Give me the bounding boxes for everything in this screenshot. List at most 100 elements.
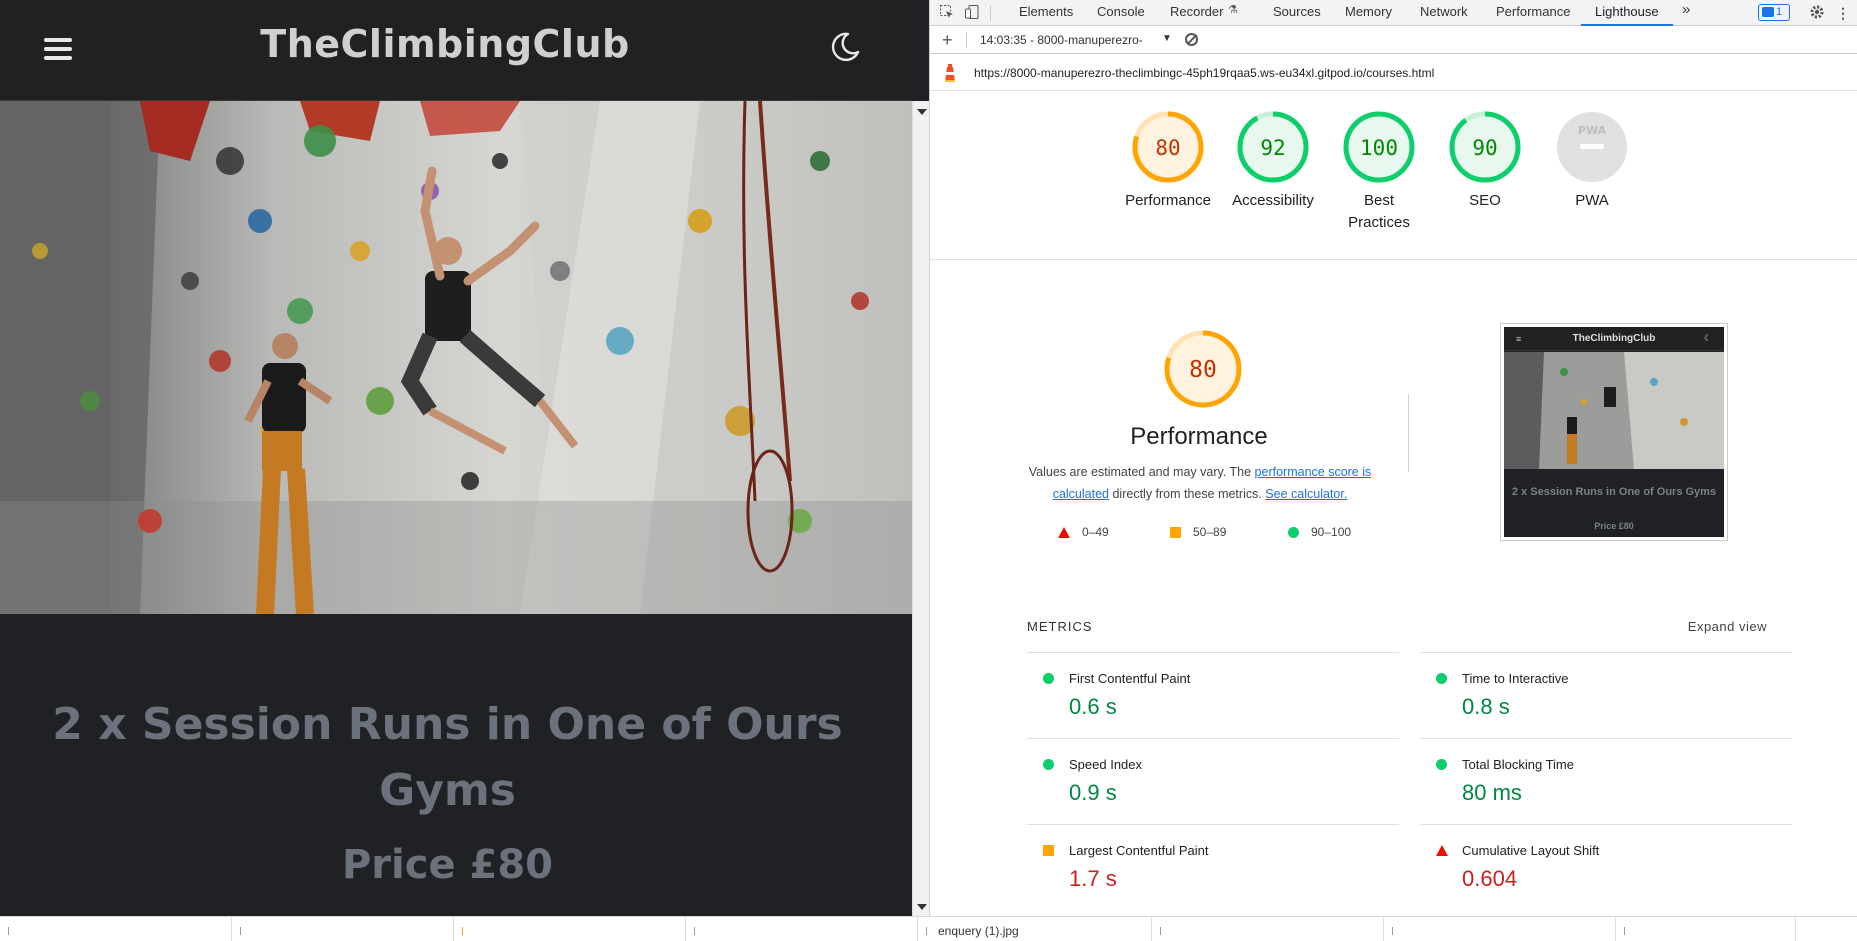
download-item[interactable]: [686, 917, 918, 941]
gauge-score: 80: [1155, 136, 1180, 160]
issues-counter[interactable]: 1: [1758, 4, 1790, 21]
pass-circle-icon: [1436, 673, 1447, 684]
metric-tbt: Total Blocking Time 80 ms: [1420, 738, 1792, 824]
site-navbar: TheClimbingClub: [0, 0, 912, 101]
gauge-label: PWA: [1575, 192, 1609, 209]
thumb-course-title: 2 x Session Runs in One of Ours Gyms: [1511, 486, 1717, 498]
expand-view-button[interactable]: Expand view: [1688, 619, 1767, 634]
average-square-icon: [1170, 527, 1181, 539]
tab-lighthouse[interactable]: Lighthouse: [1595, 4, 1659, 19]
site-preview: TheClimbingClub 2 x Session Runs in One …: [0, 0, 912, 916]
more-options-icon[interactable]: ⋮: [1834, 4, 1852, 22]
tab-memory[interactable]: Memory: [1345, 4, 1392, 19]
gauge-label: Accessibility: [1232, 192, 1314, 209]
performance-gauge: 80: [1164, 330, 1242, 408]
download-item[interactable]: [232, 917, 454, 941]
pwa-badge-icon: PWA: [1557, 112, 1627, 182]
lighthouse-toolbar: + 14:03:35 - 8000-manuperezro- ▼: [930, 27, 1857, 54]
metric-value: 0.604: [1462, 866, 1518, 891]
thumb-navbar: ≡ TheClimbingClub ☾: [1504, 327, 1724, 351]
download-item[interactable]: [1384, 917, 1616, 941]
download-item[interactable]: enquery (1).jpg: [918, 917, 1152, 941]
metric-value: 80 ms: [1462, 780, 1522, 805]
legend-pass: 90–100: [1288, 525, 1351, 539]
fail-triangle-icon: [1058, 527, 1070, 539]
report-url[interactable]: https://8000-manuperezro-theclimbingc-45…: [974, 66, 1434, 80]
metric-value: 0.6 s: [1069, 694, 1117, 719]
tab-performance[interactable]: Performance: [1496, 4, 1570, 19]
performance-title: Performance: [1130, 423, 1268, 450]
hero-image: [0, 101, 912, 614]
gauge-seo[interactable]: 90 SEO: [1433, 110, 1537, 212]
device-toolbar-icon[interactable]: [963, 4, 981, 22]
tab-recorder[interactable]: Recorder: [1170, 4, 1223, 19]
download-item[interactable]: [0, 917, 232, 941]
metric-name: Time to Interactive: [1462, 671, 1569, 686]
dropdown-caret-icon[interactable]: ▼: [1162, 33, 1172, 44]
thumb-brand: TheClimbingClub: [1572, 333, 1656, 344]
metric-name: Largest Contentful Paint: [1069, 843, 1209, 858]
gauge-best-practices[interactable]: 100 Best Practices: [1327, 110, 1431, 234]
course-price: Price £80: [341, 842, 553, 888]
tab-sources[interactable]: Sources: [1273, 4, 1321, 19]
see-calculator-link[interactable]: See calculator.: [1265, 487, 1347, 501]
legend-fail: 0–49: [1058, 525, 1109, 539]
message-icon: [1762, 7, 1774, 18]
report-url-bar: https://8000-manuperezro-theclimbingc-45…: [930, 55, 1857, 91]
gauge-performance[interactable]: 80 Performance: [1116, 110, 1220, 212]
moon-icon[interactable]: [828, 30, 862, 64]
metric-lcp: Largest Contentful Paint 1.7 s: [1027, 824, 1399, 910]
fail-triangle-icon: [1436, 845, 1448, 856]
metric-value: 0.9 s: [1069, 780, 1117, 805]
gauge-score: 90: [1472, 136, 1497, 160]
pass-circle-icon: [1288, 527, 1299, 539]
gauge-score: 92: [1260, 136, 1285, 160]
download-item[interactable]: [454, 917, 686, 941]
metric-value: 0.8 s: [1462, 694, 1510, 719]
gauge-label: Best Practices: [1348, 192, 1410, 231]
metric-value: 1.7 s: [1069, 866, 1117, 891]
gauge-ring: 100: [1343, 111, 1415, 183]
gauge-accessibility[interactable]: 92 Accessibility: [1221, 110, 1325, 212]
show-all-button[interactable]: [1796, 917, 1857, 941]
inspect-element-icon[interactable]: [938, 4, 956, 22]
final-screenshot-thumbnail[interactable]: ≡ TheClimbingClub ☾ 2 x Session Runs in …: [1500, 323, 1728, 541]
metric-tti: Time to Interactive 0.8 s: [1420, 652, 1792, 738]
devtools-panel: Elements Console Recorder ⚗ Sources Memo…: [929, 0, 1857, 916]
pass-circle-icon: [1436, 759, 1447, 770]
clear-all-icon[interactable]: [1185, 33, 1198, 46]
tab-network[interactable]: Network: [1420, 4, 1468, 19]
gauge-label: SEO: [1469, 192, 1501, 209]
metric-name: Speed Index: [1069, 757, 1143, 772]
performance-score: 80: [1189, 357, 1217, 383]
new-report-plus-icon[interactable]: +: [942, 30, 953, 51]
pass-circle-icon: [1043, 673, 1054, 684]
performance-section: 80 Performance Values are estimated and …: [930, 261, 1857, 611]
site-scrollbar[interactable]: [912, 101, 929, 916]
performance-description: Values are estimated and may vary. The p…: [1028, 461, 1372, 505]
desc-text: Values are estimated and may vary. The: [1028, 465, 1255, 479]
gauge-ring: 90: [1449, 111, 1521, 183]
navbar-edge: [912, 0, 929, 101]
section-divider: [1408, 394, 1409, 472]
site-brand[interactable]: TheClimbingClub: [180, 22, 710, 66]
metric-name: Total Blocking Time: [1462, 757, 1574, 772]
tab-console[interactable]: Console: [1097, 4, 1145, 19]
download-item[interactable]: [1152, 917, 1384, 941]
thumb-hero-image: [1504, 352, 1724, 469]
settings-gear-icon[interactable]: [1808, 4, 1826, 22]
report-selector[interactable]: 14:03:35 - 8000-manuperezro-: [980, 33, 1143, 47]
hamburger-menu-icon[interactable]: [44, 38, 72, 60]
scroll-down-arrow-icon[interactable]: [917, 904, 927, 910]
tab-elements[interactable]: Elements: [1019, 4, 1073, 19]
score-gauges: 80 Performance 92 Accessibility 100 Best…: [930, 92, 1857, 260]
gauge-pwa[interactable]: PWA PWA: [1540, 110, 1644, 212]
gauge-score: 100: [1360, 136, 1398, 160]
course-details: 2 x Session Runs in One of Ours Gyms Pri…: [0, 614, 912, 916]
course-title: 2 x Session Runs in One of Ours Gyms: [52, 699, 843, 816]
more-tabs-icon[interactable]: »: [1682, 1, 1690, 18]
legend-range: 90–100: [1311, 525, 1352, 539]
thumb-moon-icon: ☾: [1703, 333, 1712, 343]
download-item[interactable]: [1616, 917, 1796, 941]
scroll-up-arrow-icon[interactable]: [917, 109, 927, 115]
